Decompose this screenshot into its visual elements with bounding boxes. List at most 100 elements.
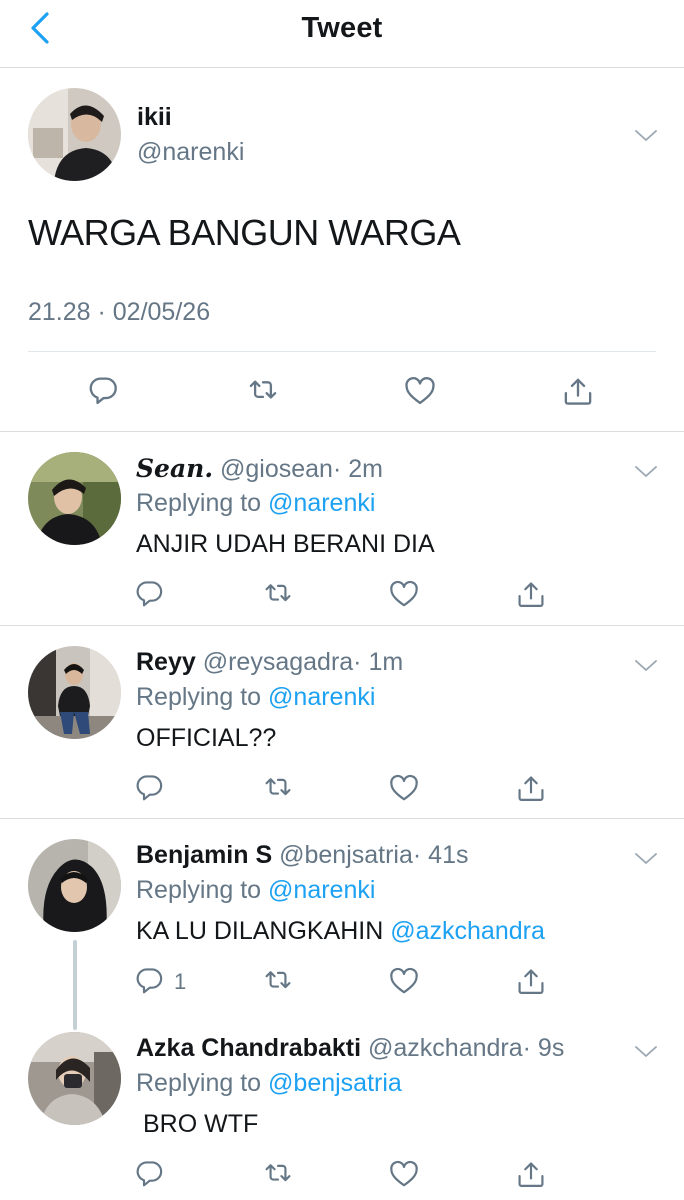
chevron-down-icon [635,853,657,864]
reply-header: Benjamin S @benjsatria· 41s [136,841,468,870]
page-title: Tweet [301,12,383,44]
retweet-icon [265,1164,291,1182]
avatar[interactable] [28,452,121,545]
share-icon [564,378,592,405]
reply-icon [136,775,163,801]
replying-to-link[interactable]: @benjsatria [268,1069,402,1097]
more-options-button[interactable] [632,1038,660,1066]
reply-author-name[interactable]: Azka Chandrabakti [136,1034,361,1062]
chevron-down-icon [635,660,657,671]
reply-author-name[interactable]: Sean. [136,454,213,483]
reply-icon [89,377,117,405]
reply-button[interactable] [86,372,126,412]
header-bar: Tweet [0,0,684,68]
reply-icon [136,968,163,994]
reply-header: Reyy @reysagadra· 1m [136,648,403,677]
reply-time: · 9s [522,1034,565,1062]
avatar[interactable] [28,839,121,932]
share-icon [518,776,544,801]
reply-header: Sean. @giosean· 2m [136,454,383,484]
replying-to-link[interactable]: @narenki [268,489,375,517]
chevron-down-icon [635,1046,657,1057]
reply-icon [136,581,163,607]
more-options-button[interactable] [632,122,660,150]
reply-tweet[interactable]: Sean. @giosean· 2m Replying to @narenki … [0,432,684,625]
reply-text-body: KA LU DILANGKAHIN [136,917,391,945]
reply-text: KA LU DILANGKAHIN @azkchandra [136,917,545,946]
like-icon [390,967,418,994]
replying-to-label: Replying to [136,1069,262,1097]
reply-time: · 41s [412,841,469,869]
replying-to-link[interactable]: @narenki [268,683,375,711]
retweet-button[interactable] [262,772,294,806]
reply-author-handle[interactable]: @giosean [220,455,333,483]
reply-tweet[interactable]: Reyy @reysagadra· 1m Replying to @narenk… [0,626,684,818]
reply-button[interactable] [136,772,168,806]
replying-to-label: Replying to [136,876,262,904]
like-icon [390,580,418,607]
retweet-button[interactable] [262,965,294,999]
reply-author-name[interactable]: Benjamin S [136,841,272,869]
reply-tweet[interactable]: Azka Chandrabakti @azkchandra· 9s Replyi… [0,1012,684,1200]
share-icon [518,1162,544,1187]
replying-to-label: Replying to [136,489,262,517]
retweet-button[interactable] [243,372,283,412]
more-options-button[interactable] [632,652,660,680]
more-options-button[interactable] [632,845,660,873]
replying-to: Replying to @narenki [136,876,375,905]
replying-to-label: Replying to [136,683,262,711]
retweet-button[interactable] [262,1158,294,1192]
reply-button[interactable] [136,1158,168,1192]
more-options-button[interactable] [632,458,660,486]
retweet-icon [249,380,277,399]
avatar[interactable] [28,646,121,739]
share-button[interactable] [515,1158,547,1192]
chevron-down-icon [635,130,657,141]
reply-author-handle[interactable]: @benjsatria [279,841,413,869]
mention-link[interactable]: @azkchandra [390,917,545,945]
avatar[interactable] [28,88,121,181]
like-button[interactable] [388,772,420,806]
like-button[interactable] [400,372,440,412]
reply-text: BRO WTF [143,1110,259,1138]
share-button[interactable] [515,965,547,999]
reply-author-name[interactable]: Reyy [136,648,196,676]
like-button[interactable] [388,1158,420,1192]
share-button[interactable] [515,578,547,612]
share-icon [518,969,544,994]
like-icon [405,377,435,405]
retweet-icon [265,971,291,989]
avatar[interactable] [28,1032,121,1125]
replying-to: Replying to @benjsatria [136,1069,402,1098]
like-icon [390,1160,418,1187]
tweet-timestamp: 21.28 · 02/05/26 [28,298,211,326]
replying-to: Replying to @narenki [136,489,375,518]
reply-text: OFFICIAL?? [136,724,277,752]
like-button[interactable] [388,578,420,612]
reply-tweet[interactable]: Benjamin S @benjsatria· 41s Replying to … [0,819,684,1012]
like-icon [390,774,418,801]
reply-text: ANJIR UDAH BERANI DIA [136,530,435,558]
replying-to: Replying to @narenki [136,683,375,712]
author-handle[interactable]: @narenki [137,138,244,167]
author-name[interactable]: ikii [137,103,172,132]
divider [28,351,656,352]
share-button[interactable] [515,772,547,806]
reply-count: 1 [174,969,187,994]
reply-header: Azka Chandrabakti @azkchandra· 9s [136,1034,564,1063]
like-button[interactable] [388,965,420,999]
reply-button[interactable] [136,578,168,612]
share-icon [518,582,544,607]
reply-time: · 1m [353,648,404,676]
tweet-text: WARGA BANGUN WARGA [28,212,461,253]
reply-time: · 2m [332,455,383,483]
share-button[interactable] [558,372,598,412]
reply-author-handle[interactable]: @reysagadra [203,648,353,676]
replying-to-link[interactable]: @narenki [268,876,375,904]
retweet-button[interactable] [262,578,294,612]
reply-button[interactable]: 1 [136,965,186,999]
reply-icon [136,1161,163,1187]
retweet-icon [265,584,291,602]
retweet-icon [265,778,291,796]
reply-author-handle[interactable]: @azkchandra [368,1034,523,1062]
